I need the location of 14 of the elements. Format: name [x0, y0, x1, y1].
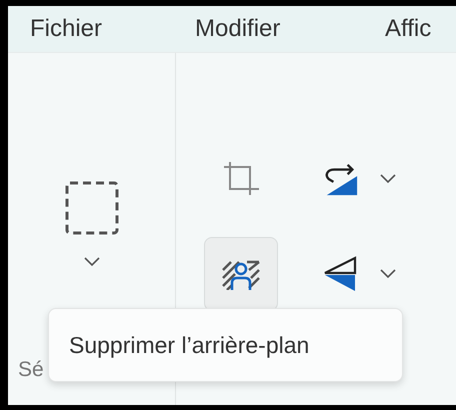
chevron-down-icon[interactable]: [84, 257, 100, 267]
rotate-icon: [323, 161, 359, 197]
crop-icon: [222, 161, 260, 197]
menu-item[interactable]: Modifier: [195, 15, 385, 43]
chevron-down-icon[interactable]: [380, 269, 396, 279]
flip-icon: [323, 256, 357, 292]
remove-background-button[interactable]: [204, 237, 278, 311]
chevron-down-icon[interactable]: [380, 174, 396, 184]
selection-icon: [64, 181, 118, 235]
person-cutout-icon: [221, 258, 261, 290]
group-label: Sé: [18, 358, 44, 382]
menu-item[interactable]: Affic: [385, 15, 456, 43]
menu-item[interactable]: Fichier: [30, 15, 195, 43]
tooltip: Supprimer l’arrière-plan: [48, 308, 403, 382]
